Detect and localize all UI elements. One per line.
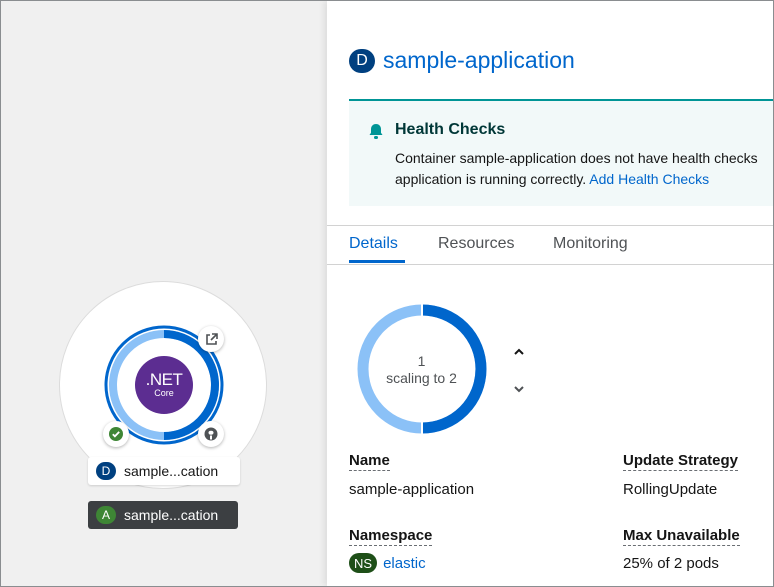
- application-group-label[interactable]: A sample...cation: [88, 501, 238, 529]
- scale-up-icon[interactable]: [513, 347, 525, 357]
- max-unavailable-value: 25% of 2 pods: [623, 555, 719, 572]
- update-strategy-label[interactable]: Update Strategy: [623, 452, 739, 471]
- max-unavailable-label[interactable]: Max Unavailable: [623, 527, 740, 546]
- external-link-icon: [205, 332, 218, 345]
- tab-details[interactable]: Details: [349, 235, 398, 253]
- alert-line-2-text: application is running correctly.: [395, 171, 587, 187]
- tab-bar: Details Resources Monitoring: [327, 225, 773, 265]
- source-code-decorator[interactable]: [198, 421, 224, 447]
- window: .NET Core D sample...cation A sample...c…: [0, 0, 774, 587]
- alert-line-2: application is running correctly. Add He…: [395, 169, 773, 190]
- update-strategy-value: RollingUpdate: [623, 481, 718, 498]
- alert-line-1: Container sample-application does not ha…: [395, 150, 758, 166]
- application-badge: A: [96, 506, 116, 524]
- resource-name-link[interactable]: sample-application: [383, 47, 575, 74]
- resource-side-panel: D sample-application Health Checks Conta…: [327, 1, 773, 586]
- dotnet-core-icon: .NET Core: [135, 356, 193, 414]
- pod-scaling-status: scaling to 2: [386, 370, 457, 386]
- namespace-badge: NS: [349, 553, 378, 573]
- health-checks-alert: Health Checks Container sample-applicati…: [349, 99, 773, 206]
- build-status-decorator[interactable]: [103, 421, 129, 447]
- active-tab-indicator: [349, 260, 405, 263]
- alert-body: Container sample-application does not ha…: [395, 148, 773, 190]
- topology-canvas[interactable]: .NET Core D sample...cation A sample...c…: [1, 1, 327, 586]
- bell-icon: [369, 124, 383, 139]
- name-label[interactable]: Name: [349, 452, 390, 471]
- deployment-badge: D: [96, 462, 116, 480]
- application-label-text: sample...cation: [124, 507, 219, 523]
- tab-resources[interactable]: Resources: [438, 235, 514, 253]
- pod-count-text: 1 scaling to 2: [369, 353, 474, 387]
- deployment-node-label[interactable]: D sample...cation: [88, 457, 240, 485]
- resource-title: D sample-application: [349, 47, 575, 74]
- open-url-decorator[interactable]: [198, 326, 224, 352]
- tab-monitoring[interactable]: Monitoring: [553, 235, 628, 253]
- namespace-value: NS elastic: [349, 553, 426, 573]
- pod-count: 1: [417, 353, 426, 369]
- namespace-label[interactable]: Namespace: [349, 527, 433, 546]
- deployment-label-text: sample...cation: [124, 463, 219, 479]
- check-circle-icon: [109, 427, 123, 441]
- runtime-name: .NET: [145, 370, 183, 389]
- name-value: sample-application: [349, 481, 475, 498]
- github-icon: [204, 427, 218, 441]
- add-health-checks-link[interactable]: Add Health Checks: [589, 171, 709, 187]
- scale-down-icon[interactable]: [513, 384, 525, 394]
- alert-title: Health Checks: [395, 121, 506, 138]
- runtime-sub: Core: [154, 388, 174, 398]
- namespace-link[interactable]: elastic: [383, 555, 426, 572]
- resource-badge: D: [349, 48, 375, 73]
